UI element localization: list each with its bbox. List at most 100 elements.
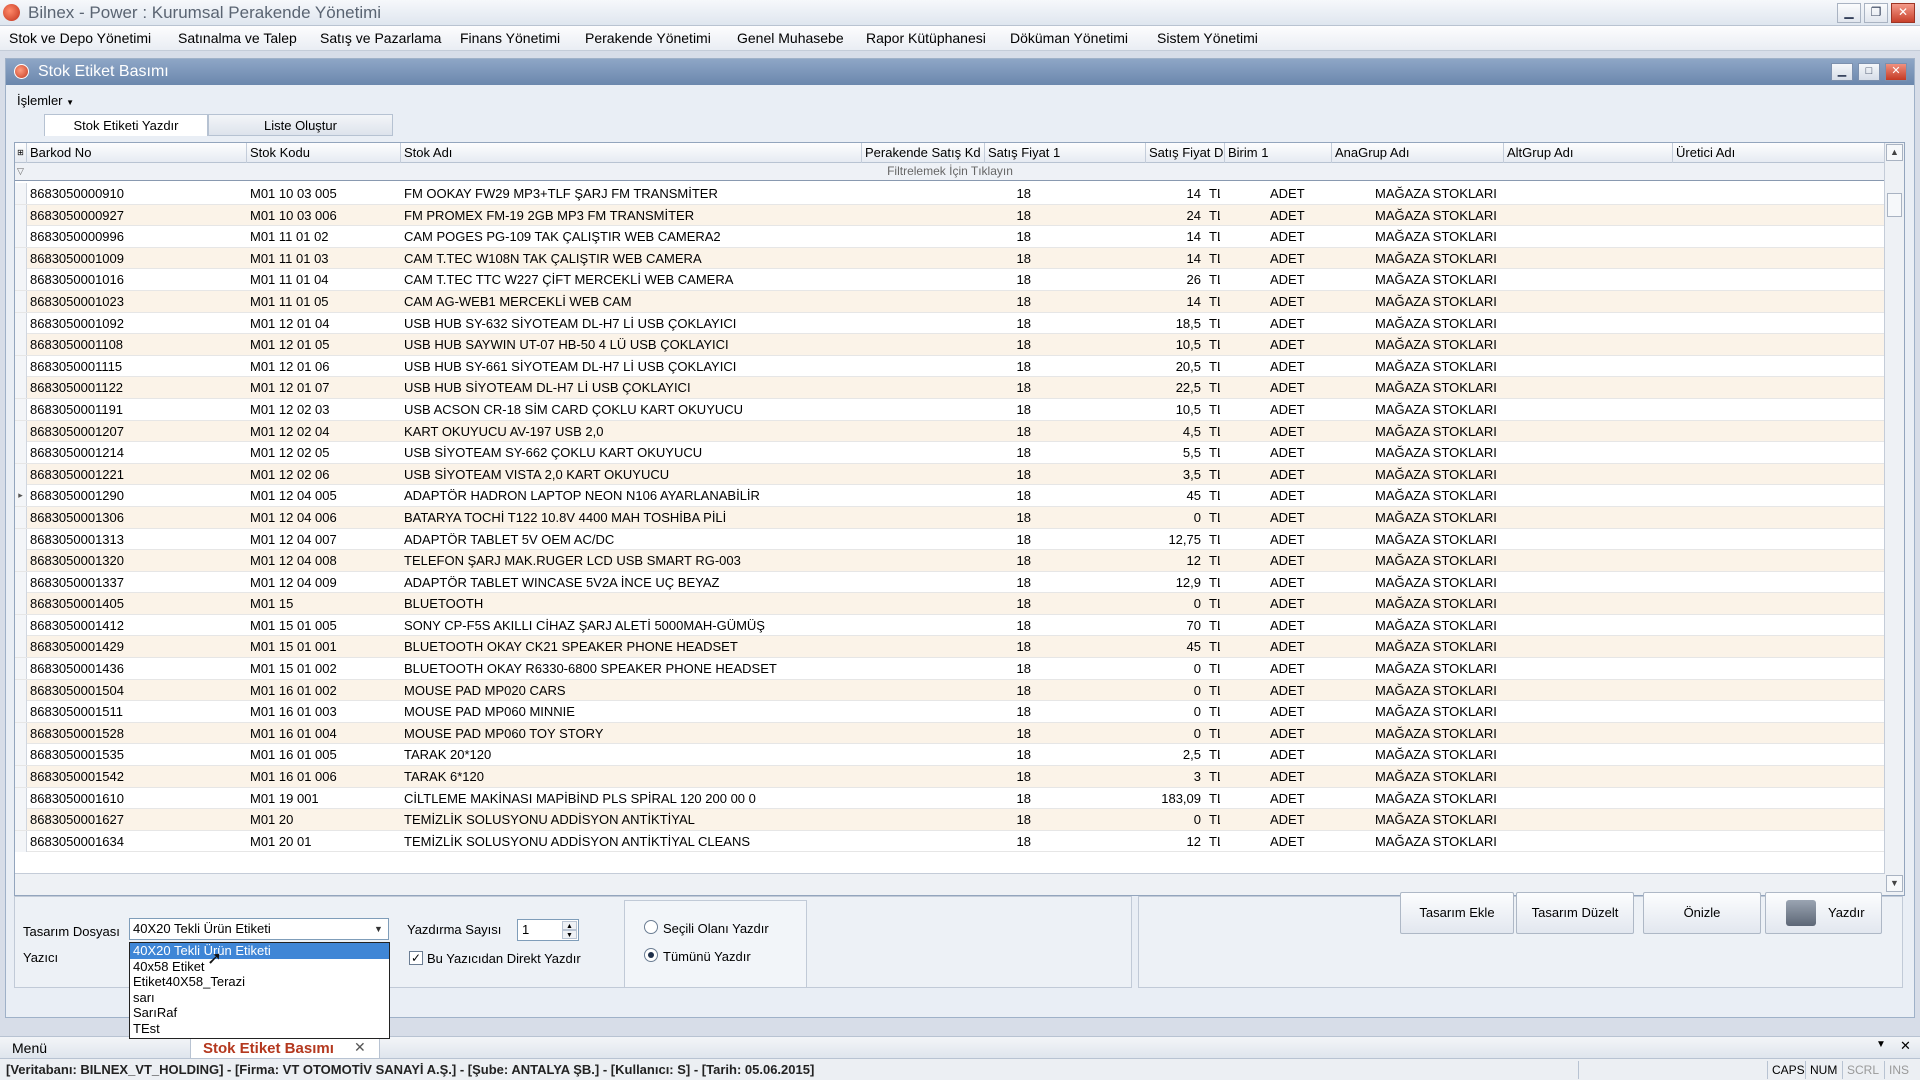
- table-row[interactable]: 8683050001511 M01 16 01 003 MOUSE PAD MP06…: [15, 701, 1885, 723]
- row-indicator[interactable]: [15, 614, 27, 636]
- table-row[interactable]: 8683050001306 M01 12 04 006 BATARYA TOCHİ …: [15, 506, 1885, 529]
- row-indicator[interactable]: [15, 809, 27, 831]
- col-anagrup[interactable]: AnaGrup Adı: [1332, 143, 1504, 163]
- tab-close-icon[interactable]: ✕: [354, 1039, 366, 1056]
- window-close-icon[interactable]: ✕: [1885, 63, 1907, 81]
- row-indicator[interactable]: [15, 269, 27, 291]
- col-perakende-kdv[interactable]: Perakende Satış Kd: [862, 143, 985, 163]
- row-indicator[interactable]: [15, 550, 27, 572]
- minimize-icon[interactable]: ▁: [1837, 3, 1861, 23]
- row-indicator[interactable]: ▸: [15, 485, 27, 507]
- menu-item-muhasebe[interactable]: Genel Muhasebe: [737, 30, 844, 46]
- taskbar-menu[interactable]: Menü: [12, 1040, 47, 1056]
- window-minimize-icon[interactable]: ▁: [1831, 63, 1853, 81]
- table-row[interactable]: 8683050001092 M01 12 01 04 USB HUB SY-632 …: [15, 312, 1885, 335]
- table-row[interactable]: 8683050001429 M01 15 01 001 BLUETOOTH OKAY…: [15, 636, 1885, 659]
- row-indicator[interactable]: [15, 420, 27, 442]
- menu-item-dokuman[interactable]: Döküman Yönetimi: [1010, 30, 1128, 46]
- row-indicator[interactable]: [15, 355, 27, 377]
- chevron-down-icon[interactable]: ▼: [370, 920, 387, 938]
- table-row[interactable]: 8683050001122 M01 12 01 07 USB HUB SİYOTEA…: [15, 377, 1885, 399]
- row-indicator[interactable]: [15, 334, 27, 356]
- table-row[interactable]: 8683050001412 M01 15 01 005 SONY CP-F5S AK…: [15, 614, 1885, 637]
- table-row[interactable]: 8683050001221 M01 12 02 06 USB SİYOTEAM VI…: [15, 463, 1885, 486]
- col-altgrup[interactable]: AltGrup Adı: [1504, 143, 1673, 163]
- row-indicator[interactable]: [15, 571, 27, 593]
- radio-print-all[interactable]: [644, 948, 658, 962]
- dropdown-option[interactable]: 40X20 Tekli Ürün Etiketi: [130, 943, 389, 959]
- row-indicator[interactable]: [15, 701, 27, 723]
- row-indicator[interactable]: [15, 722, 27, 744]
- table-row[interactable]: 8683050001207 M01 12 02 04 KART OKUYUCU AV…: [15, 420, 1885, 443]
- dropdown-option[interactable]: SarıRaf: [130, 1005, 389, 1021]
- row-indicator[interactable]: [15, 766, 27, 788]
- table-row[interactable]: 8683050001016 M01 11 01 04 CAM T.TEC TTC W…: [15, 269, 1885, 291]
- col-stok-adi[interactable]: Stok Adı: [401, 143, 862, 163]
- table-row[interactable]: 8683050001023 M01 11 01 05 CAM AG-WEB1 MER…: [15, 290, 1885, 313]
- filter-row[interactable]: ▽ Filtrelemek İçin Tıklayın: [15, 163, 1885, 181]
- close-icon[interactable]: ✕: [1891, 3, 1915, 23]
- table-row[interactable]: 8683050001108 M01 12 01 05 USB HUB SAYWIN …: [15, 334, 1885, 356]
- row-indicator[interactable]: [15, 528, 27, 550]
- table-row[interactable]: 8683050001535 M01 16 01 005 TARAK 20*120 18…: [15, 744, 1885, 767]
- scroll-thumb[interactable]: [1887, 193, 1902, 217]
- table-row[interactable]: 8683050000996 M01 11 01 02 CAM POGES PG-10…: [15, 226, 1885, 248]
- menu-item-satis[interactable]: Satış ve Pazarlama: [320, 30, 441, 46]
- menu-item-satinalma[interactable]: Satınalma ve Talep: [178, 30, 297, 46]
- row-indicator[interactable]: [15, 290, 27, 312]
- add-design-button[interactable]: Tasarım Ekle: [1400, 892, 1514, 934]
- row-indicator[interactable]: [15, 442, 27, 464]
- row-indicator[interactable]: [15, 463, 27, 485]
- table-row[interactable]: 8683050001313 M01 12 04 007 ADAPTÖR TABLET…: [15, 528, 1885, 551]
- print-button[interactable]: Yazdır: [1765, 892, 1882, 934]
- row-indicator[interactable]: [15, 830, 27, 852]
- row-indicator[interactable]: [15, 506, 27, 528]
- menu-item-rapor[interactable]: Rapor Kütüphanesi: [866, 30, 986, 46]
- row-indicator[interactable]: [15, 312, 27, 334]
- row-indicator[interactable]: [15, 377, 27, 399]
- row-indicator[interactable]: [15, 787, 27, 809]
- row-indicator[interactable]: [15, 679, 27, 701]
- direct-print-checkbox[interactable]: ✓: [409, 951, 423, 965]
- vertical-scrollbar[interactable]: ▲ ▼: [1884, 143, 1904, 895]
- tab-liste-olustur[interactable]: Liste Oluştur: [208, 114, 393, 136]
- col-uretici[interactable]: Üretici Adı: [1673, 143, 1885, 163]
- row-indicator[interactable]: [15, 226, 27, 248]
- table-row[interactable]: 8683050001320 M01 12 04 008 TELEFON ŞARJ M…: [15, 550, 1885, 572]
- dropdown-option[interactable]: TEst: [130, 1021, 389, 1037]
- table-row[interactable]: 8683050001405 M01 15 BLUETOOTH 18 0 TL ADET MAĞ…: [15, 593, 1885, 615]
- table-row[interactable]: 8683050001214 M01 12 02 05 USB SİYOTEAM SY…: [15, 442, 1885, 464]
- menu-item-perakende[interactable]: Perakende Yönetimi: [585, 30, 711, 46]
- taskbar-active-tab[interactable]: Stok Etiket Basımı ✕: [190, 1037, 380, 1058]
- row-indicator[interactable]: [15, 658, 27, 680]
- menu-item-finans[interactable]: Finans Yönetimi: [460, 30, 560, 46]
- row-indicator[interactable]: [15, 636, 27, 658]
- col-satis-fiyat-d[interactable]: Satış Fiyat D: [1146, 143, 1225, 163]
- row-indicator[interactable]: [15, 183, 27, 204]
- taskbar-scroll-down-icon[interactable]: ▼: [1876, 1039, 1886, 1050]
- scroll-down-icon[interactable]: ▼: [1886, 875, 1903, 892]
- design-file-select[interactable]: 40X20 Tekli Ürün Etiketi ▼: [129, 918, 389, 940]
- row-indicator[interactable]: [15, 593, 27, 615]
- operations-menu[interactable]: İşlemler ▼: [17, 93, 74, 108]
- window-maximize-icon[interactable]: □: [1858, 63, 1880, 81]
- table-row[interactable]: 8683050001337 M01 12 04 009 ADAPTÖR TABLET…: [15, 571, 1885, 594]
- spin-down-icon[interactable]: ▼: [562, 930, 577, 939]
- table-row[interactable]: 8683050000910 M01 10 03 005 FM OOKAY FW29 …: [15, 183, 1885, 205]
- copies-input[interactable]: 1 ▲ ▼: [517, 919, 579, 941]
- table-row[interactable]: 8683050001115 M01 12 01 06 USB HUB SY-661 …: [15, 355, 1885, 378]
- table-row[interactable]: 8683050001634 M01 20 01 TEMİZLİK SOLUSYONU…: [15, 830, 1885, 853]
- table-row[interactable]: 8683050001610 M01 19 001 CİLTLEME MAKİNASI…: [15, 787, 1885, 810]
- col-birim[interactable]: Birim 1: [1225, 143, 1332, 163]
- restore-icon[interactable]: ❐: [1864, 3, 1888, 23]
- table-row[interactable]: 8683050000927 M01 10 03 006 FM PROMEX FM-1…: [15, 204, 1885, 227]
- table-row[interactable]: 8683050001528 M01 16 01 004 MOUSE PAD MP06…: [15, 722, 1885, 745]
- table-row[interactable]: ▸ 8683050001290 M01 12 04 005 ADAPTÖR HADRO…: [15, 485, 1885, 507]
- preview-button[interactable]: Önizle: [1643, 892, 1761, 934]
- table-row[interactable]: 8683050001627 M01 20 TEMİZLİK SOLUSYONU AD…: [15, 809, 1885, 831]
- dropdown-option[interactable]: Etiket40X58_Terazi: [130, 974, 389, 990]
- tab-stok-etiketi-yazdir[interactable]: Stok Etiketi Yazdır: [44, 114, 208, 136]
- menu-item-stok[interactable]: Stok ve Depo Yönetimi: [9, 30, 151, 46]
- row-indicator[interactable]: [15, 247, 27, 269]
- taskbar-close-icon[interactable]: ✕: [1900, 1038, 1911, 1054]
